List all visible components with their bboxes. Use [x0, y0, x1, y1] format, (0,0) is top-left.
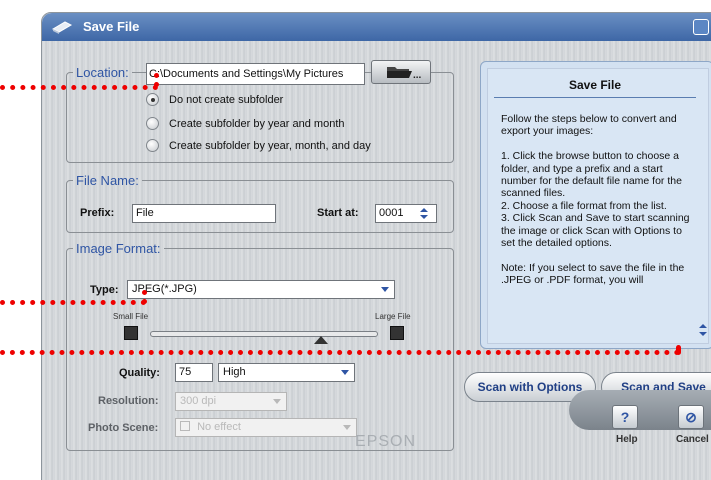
- radio-no-subfolder[interactable]: Do not create subfolder: [146, 93, 283, 106]
- annotation-line-scan: [0, 350, 680, 355]
- small-file-icon: [124, 326, 138, 340]
- annotation-line-type: [0, 300, 146, 305]
- title-bar: Save File: [42, 13, 711, 41]
- start-at-spinner[interactable]: [418, 205, 430, 222]
- resolution-select[interactable]: 300 dpi: [175, 392, 287, 411]
- chevron-down-icon: [341, 370, 349, 375]
- resolution-value: 300 dpi: [180, 395, 217, 407]
- annotation-tick-type: [142, 290, 147, 304]
- start-at-label: Start at:: [317, 207, 359, 219]
- photo-scene-icon: [180, 421, 190, 431]
- large-file-label: Large File: [375, 312, 411, 321]
- radio-button[interactable]: [146, 139, 159, 152]
- help-divider: [494, 97, 696, 98]
- help-panel-inner[interactable]: Save File Follow the steps below to conv…: [487, 68, 709, 344]
- file-name-legend: File Name:: [76, 173, 139, 188]
- browse-label: ...: [413, 70, 422, 81]
- annotation-line-location: [0, 85, 158, 90]
- small-file-label: Small File: [113, 312, 149, 321]
- radio-year-month-day[interactable]: Create subfolder by year, month, and day: [146, 139, 371, 152]
- annotation-tick-location: [154, 73, 159, 87]
- help-button[interactable]: ?: [612, 405, 638, 429]
- chevron-down-icon: [381, 287, 389, 292]
- location-path-input[interactable]: C:\Documents and Settings\My Pictures: [146, 63, 365, 85]
- browse-button[interactable]: ...: [371, 60, 431, 84]
- radio-button[interactable]: [146, 117, 159, 130]
- quality-slider-thumb[interactable]: [314, 336, 328, 344]
- help-label: Help: [616, 434, 638, 445]
- cancel-label: Cancel: [676, 434, 709, 445]
- radio-button[interactable]: [146, 93, 159, 106]
- file-name-group: File Name:: [66, 173, 454, 233]
- prefix-input[interactable]: File: [132, 204, 276, 223]
- quality-label: Quality:: [119, 367, 160, 379]
- scanner-icon: [51, 21, 73, 34]
- help-icon: ?: [620, 409, 630, 425]
- radio-label: Create subfolder by year and month: [169, 117, 345, 130]
- chevron-down-icon: [273, 399, 281, 404]
- scroll-arrows-icon[interactable]: [698, 323, 708, 337]
- type-select[interactable]: JPEG(*.JPG): [127, 280, 395, 299]
- location-legend: Location:: [76, 65, 129, 80]
- photo-scene-select[interactable]: No effect: [175, 418, 357, 437]
- photo-scene-label: Photo Scene:: [88, 422, 159, 434]
- window-title: Save File: [83, 19, 140, 34]
- folder-icon: ...: [387, 67, 422, 81]
- quality-level-value: High: [223, 366, 246, 378]
- help-panel-title: Save File: [568, 78, 622, 92]
- radio-label: Create subfolder by year, month, and day: [169, 139, 371, 152]
- minimize-button[interactable]: [693, 19, 709, 35]
- quality-slider-track[interactable]: [150, 331, 378, 337]
- resolution-label: Resolution:: [98, 395, 159, 407]
- radio-label: Do not create subfolder: [169, 93, 284, 106]
- help-panel-body: Follow the steps below to convert and ex…: [501, 113, 690, 287]
- photo-scene-value: No effect: [197, 421, 241, 433]
- epson-logo: EPSON: [355, 433, 417, 450]
- annotation-tick-scan: [676, 345, 681, 355]
- help-panel: Save File Follow the steps below to conv…: [480, 61, 711, 349]
- cancel-icon: ⊘: [685, 409, 697, 425]
- save-file-window: Save File Location: C:\Documents and Set…: [41, 12, 711, 480]
- image-format-legend: Image Format:: [76, 241, 161, 256]
- quality-level-select[interactable]: High: [218, 363, 355, 382]
- large-file-icon: [390, 326, 404, 340]
- cancel-button[interactable]: ⊘: [678, 405, 704, 429]
- chevron-down-icon: [343, 425, 351, 430]
- radio-year-month[interactable]: Create subfolder by year and month: [146, 117, 345, 130]
- type-label: Type:: [90, 284, 119, 296]
- prefix-label: Prefix:: [80, 207, 115, 219]
- quality-input[interactable]: 75: [175, 363, 213, 382]
